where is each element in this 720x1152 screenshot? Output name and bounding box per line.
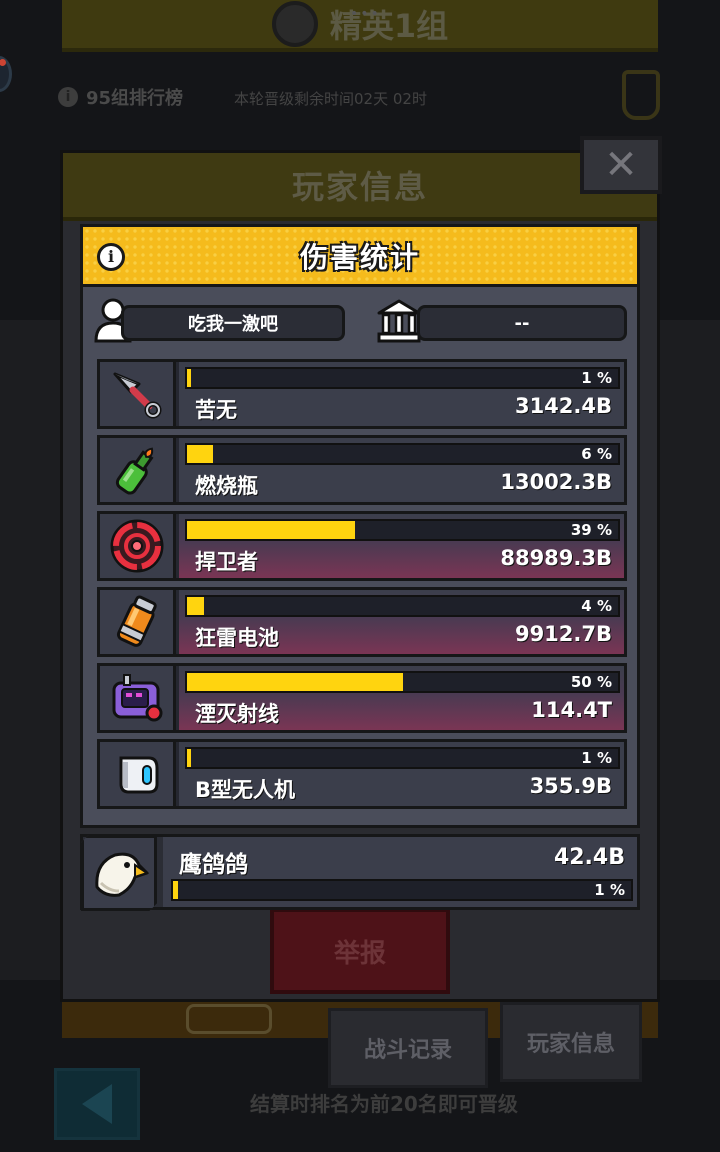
group-title: 精英1组 <box>329 7 449 45</box>
pet-name: 鹰鸽鸽 <box>179 852 248 878</box>
close-button[interactable]: ✕ <box>580 136 662 194</box>
pet-damage-percent: 1 % <box>594 881 625 899</box>
molotov-icon <box>115 447 154 495</box>
info-icon[interactable]: i <box>97 243 125 271</box>
skill-name: 狂雷电池 <box>195 626 279 650</box>
damage-percent: 39 % <box>570 521 612 539</box>
drone-icon <box>119 756 158 794</box>
trophy-icon <box>622 70 660 120</box>
skill-row: 4 % 狂雷电池 9912.7B <box>97 587 627 657</box>
skill-row: 6 % 燃烧瓶 13002.3B <box>97 435 627 505</box>
info-icon: i <box>58 87 78 107</box>
close-icon: ✕ <box>604 142 638 188</box>
skill-row: 1 % B型无人机 355.9B <box>97 739 627 809</box>
promotion-hint: 结算时排名为前20名即可晋级 <box>250 1092 518 1116</box>
player-name: 吃我一激吧 <box>121 305 345 341</box>
guild-name: -- <box>417 305 627 341</box>
damage-share-fill <box>187 673 403 691</box>
skill-row: 50 % 湮灭射线 114.4T <box>97 663 627 733</box>
damage-share-bar: 39 % <box>185 519 620 541</box>
damage-share-fill <box>187 749 192 767</box>
ray-device-icon <box>112 674 162 722</box>
back-arrow-icon <box>82 1084 112 1124</box>
damage-share-bar: 50 % <box>185 671 620 693</box>
pet-damage-share-fill <box>173 881 178 899</box>
panel-title: 伤害统计 <box>299 240 420 274</box>
more-dots-icon: ••• <box>350 6 381 22</box>
rank-info: i 95组排行榜 <box>58 84 183 110</box>
damage-percent: 1 % <box>581 369 612 387</box>
skill-name: B型无人机 <box>195 778 296 802</box>
skill-damage: 114.4T <box>531 698 612 722</box>
guild-icon <box>377 299 421 343</box>
skill-name: 苦无 <box>195 398 237 422</box>
damage-share-bar: 4 % <box>185 595 620 617</box>
damage-percent: 6 % <box>581 445 612 463</box>
skill-damage: 355.9B <box>529 774 612 798</box>
skill-damage: 88989.3B <box>500 546 612 570</box>
group-emblem-icon <box>271 1 318 47</box>
pet-damage-row: 鹰鸽鸽 42.4B 1 % <box>80 834 640 911</box>
kunai-icon <box>113 372 161 419</box>
damage-share-bar: 1 % <box>185 747 620 769</box>
report-button[interactable]: 举报 <box>270 908 450 994</box>
skill-damage: 9912.7B <box>514 622 612 646</box>
background-panel-right <box>650 320 720 980</box>
countdown-text: 本轮晋级剩余时间02天 02时 <box>234 90 427 108</box>
skill-damage: 3142.4B <box>514 394 612 418</box>
damage-share-fill <box>187 445 213 463</box>
damage-share-fill <box>187 521 356 539</box>
skill-name: 捍卫者 <box>195 550 258 574</box>
panel-header: i 伤害统计 <box>83 227 637 287</box>
skill-damage-list: 1 % 苦无 3142.4B 6 % 燃烧瓶 13002.3B 39 % 捍卫者… <box>97 359 627 815</box>
damage-share-fill <box>187 369 192 387</box>
dialog-title: 玩家信息 <box>291 168 428 206</box>
skill-damage: 13002.3B <box>500 470 612 494</box>
skill-name: 燃烧瓶 <box>195 474 258 498</box>
damage-percent: 4 % <box>581 597 612 615</box>
damage-share-fill <box>187 597 205 615</box>
damage-share-bar: 6 % <box>185 443 620 465</box>
damage-stats-panel: i 伤害统计 吃我一激吧 -- 1 % 苦无 3142.4B 6 % 燃烧瓶 1… <box>80 224 640 828</box>
pet-damage: 42.4B <box>553 845 625 870</box>
back-button <box>54 1068 140 1140</box>
pet-damage-share-bar: 1 % <box>171 879 633 901</box>
damage-percent: 50 % <box>570 673 612 691</box>
dialog-header: 玩家信息 <box>63 153 657 221</box>
skill-row: 1 % 苦无 3142.4B <box>97 359 627 429</box>
skill-row: 39 % 捍卫者 88989.3B <box>97 511 627 581</box>
rank-label: 95组排行榜 <box>86 88 184 109</box>
side-badge-icon <box>0 56 12 92</box>
damage-share-bar: 1 % <box>185 367 620 389</box>
skill-name: 湮灭射线 <box>195 702 279 726</box>
background-pill <box>186 1004 272 1034</box>
tab-player-info: 玩家信息 <box>500 1002 642 1082</box>
eagle-icon <box>95 852 149 897</box>
tab-battle-record: 战斗记录 <box>328 1008 488 1088</box>
battery-icon <box>116 595 157 647</box>
defender-icon <box>110 519 163 573</box>
damage-percent: 1 % <box>581 749 612 767</box>
